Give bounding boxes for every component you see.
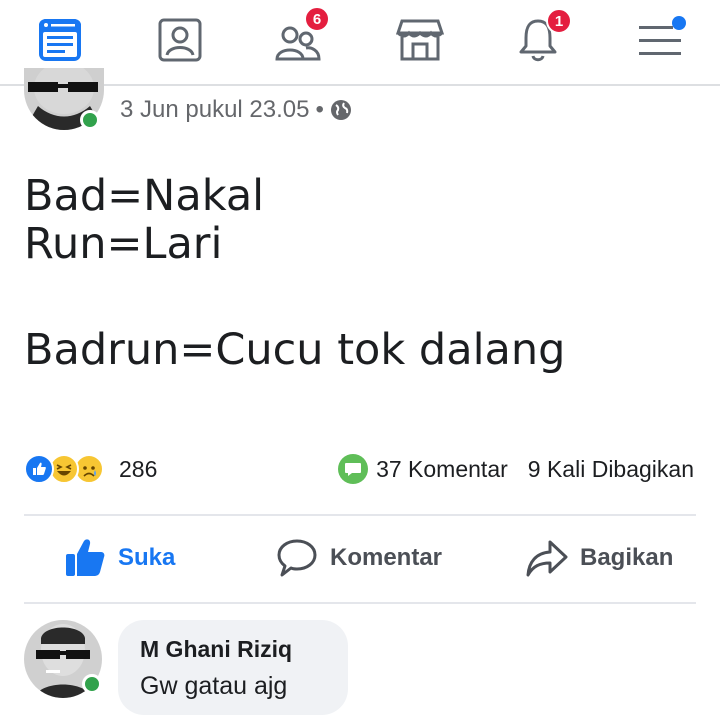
nav-news-feed[interactable] xyxy=(30,10,90,70)
comment-label: Komentar xyxy=(330,544,443,571)
divider xyxy=(24,514,696,516)
divider xyxy=(24,602,696,604)
comment-count[interactable]: 37 Komentar xyxy=(376,456,508,483)
comment-button[interactable]: Komentar xyxy=(276,534,442,582)
comment-bubble[interactable]: M Ghani Riziq Gw gatau ajg xyxy=(118,620,348,715)
top-navigation-bar: 6 1 xyxy=(0,0,720,86)
post-text: Bad=Nakal Run=Lari Badrun=Cucu tok dalan… xyxy=(24,172,565,374)
meta-separator: • xyxy=(315,96,324,123)
comment-bubble-icon xyxy=(338,454,369,484)
nav-friends[interactable]: 6 xyxy=(268,6,330,70)
comment-text: Gw gatau ajg xyxy=(140,672,288,700)
post-stats: 37 Komentar 9 Kali Dibagikan xyxy=(338,453,694,485)
online-status-dot xyxy=(82,674,102,694)
globe-icon xyxy=(330,100,351,120)
share-count[interactable]: 9 Kali Dibagikan xyxy=(528,456,694,483)
share-label: Bagikan xyxy=(580,544,674,571)
post-line: Badrun=Cucu tok dalang xyxy=(24,325,566,375)
friends-badge: 6 xyxy=(304,6,330,32)
nav-notifications[interactable]: 1 xyxy=(508,8,572,70)
share-icon xyxy=(526,540,568,577)
nav-menu[interactable] xyxy=(630,10,690,70)
profile-icon xyxy=(158,18,202,62)
online-status-dot xyxy=(80,110,100,130)
like-button[interactable]: Suka xyxy=(64,534,175,582)
menu-dot-badge xyxy=(672,16,686,30)
post-timestamp[interactable]: 3 Jun pukul 23.05 xyxy=(120,96,309,124)
thumbs-up-icon xyxy=(66,539,105,576)
like-reaction-icon xyxy=(24,454,54,484)
notifications-badge: 1 xyxy=(546,8,572,34)
nav-marketplace[interactable] xyxy=(390,10,450,70)
news-feed-icon xyxy=(39,19,81,61)
comment-icon xyxy=(277,539,317,577)
like-label: Suka xyxy=(118,544,176,571)
post-line: Run=Lari xyxy=(24,219,223,269)
post-line: Bad=Nakal xyxy=(24,171,265,221)
nav-profile[interactable] xyxy=(150,10,210,70)
comment-author-name[interactable]: M Ghani Riziq xyxy=(140,636,292,663)
reaction-count: 286 xyxy=(119,455,158,482)
reactions-summary[interactable]: 286 xyxy=(24,453,157,485)
marketplace-icon xyxy=(396,19,444,61)
share-button[interactable]: Bagikan xyxy=(526,534,673,582)
post-meta: 3 Jun pukul 23.05 • xyxy=(120,96,352,124)
